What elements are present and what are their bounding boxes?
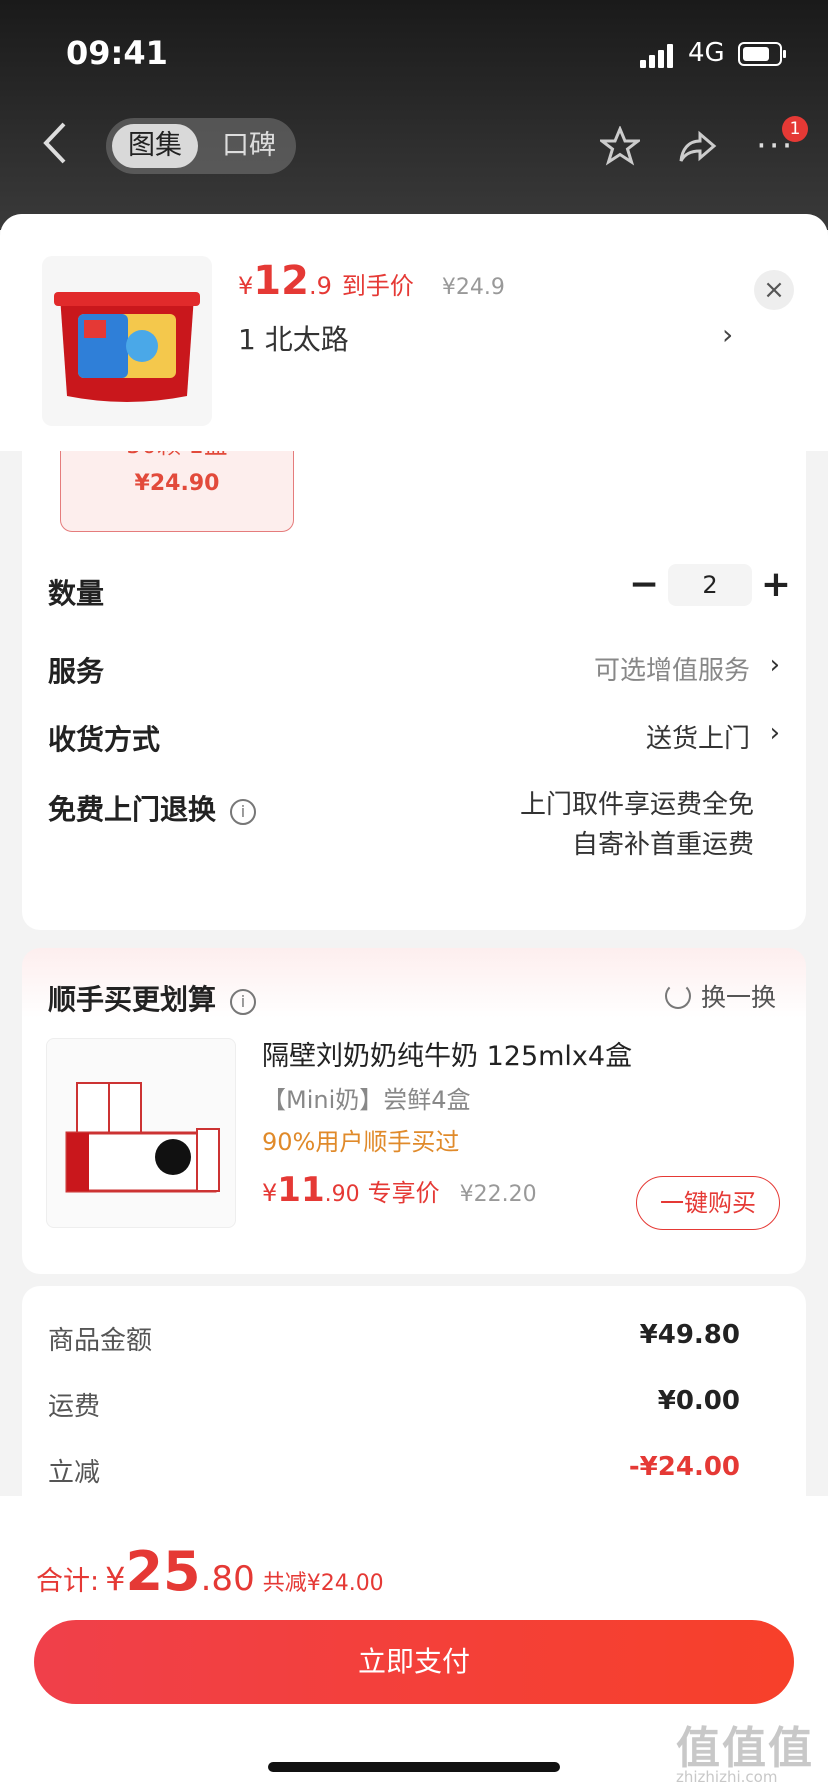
return-line-1: 上门取件享运费全免 (519, 790, 754, 820)
free-return-row: 免费上门退换 i 上门取件享运费全免 自寄补首重运费 (48, 780, 780, 870)
recommend-product-image[interactable] (46, 1038, 236, 1228)
recommend-price-decimal: .90 (324, 1182, 360, 1207)
info-icon[interactable]: i (230, 799, 257, 825)
delivery-method-row[interactable]: 收货方式 送货上门 › (48, 710, 780, 760)
delivery-address[interactable]: 1 北太路 (238, 318, 349, 358)
service-row[interactable]: 服务 可选增值服务 › (48, 642, 780, 692)
summary-row: 立减 -¥24.00 (48, 1452, 740, 1492)
total-currency: ¥ (105, 1560, 126, 1598)
recommend-title-text: 顺手买更划算 (48, 983, 217, 1016)
original-price: ¥24.9 (441, 275, 505, 300)
recommend-card: 顺手买更划算 i 换一换 隔壁刘奶奶纯牛奶 125mlx4盒 【Mini奶】尝鲜4… (22, 948, 806, 1274)
product-image (42, 256, 212, 426)
return-line-2: 自寄补首重运费 (571, 830, 754, 860)
swap-button[interactable]: 换一换 (664, 978, 776, 1014)
price-currency: ¥ (238, 272, 254, 300)
checkout-footer: 合计: ¥25.80 共减¥24.00 立即支付 值值值 zhizhizhi.com (0, 1496, 828, 1792)
tab-reviews[interactable]: 口碑 (206, 124, 292, 168)
watermark-url: zhizhizhi.com (676, 1768, 778, 1786)
summary-label: 立减 (48, 1458, 101, 1488)
order-total: 合计: ¥25.80 共减¥24.00 (36, 1540, 384, 1603)
star-icon[interactable] (600, 126, 640, 166)
recommend-price: ¥11.90 专享价 ¥22.20 (262, 1170, 537, 1210)
total-label: 合计: (36, 1566, 100, 1597)
quantity-row: 数量 − 2 + (48, 564, 791, 614)
recommend-price-integer: 11 (277, 1170, 325, 1210)
sku-price: ¥24.90 (134, 471, 220, 496)
service-label: 服务 (48, 655, 105, 688)
one-click-buy-button[interactable]: 一键购买 (636, 1176, 780, 1230)
status-time: 09:41 (66, 34, 168, 72)
quantity-minus-button[interactable]: − (624, 564, 664, 610)
options-card: 50颗 1盒 ¥24.90 数量 − 2 + 服务 可选增值服务 › 收货方式 … (22, 414, 806, 930)
signal-icon (640, 44, 676, 68)
back-arrow-icon[interactable] (40, 118, 70, 168)
media-tabs: 图集 口碑 (106, 118, 296, 174)
close-button[interactable]: × (754, 270, 794, 310)
summary-value: ¥0.00 (657, 1386, 740, 1416)
summary-label: 商品金额 (48, 1326, 153, 1356)
watermark: 值值值 (676, 1723, 814, 1774)
price-integer: 12 (253, 258, 309, 304)
sheet-header: ¥12.9 到手价 ¥24.9 1 北太路 › × (0, 214, 828, 451)
chevron-right-icon: › (769, 718, 780, 748)
quantity-input[interactable]: 2 (668, 564, 752, 606)
summary-row: 商品金额 ¥49.80 (48, 1320, 740, 1360)
share-icon[interactable] (678, 126, 718, 166)
price-decimal: .9 (308, 272, 332, 300)
total-decimal: .80 (200, 1559, 255, 1599)
summary-label: 运费 (48, 1392, 101, 1422)
free-return-text: 免费上门退换 (48, 793, 217, 826)
notification-badge: 1 (782, 116, 808, 142)
recommend-product-subtitle: 【Mini奶】尝鲜4盒 (262, 1086, 471, 1114)
recommend-title: 顺手买更划算 i (48, 978, 257, 1018)
total-integer: 25 (125, 1540, 201, 1603)
home-indicator (268, 1762, 560, 1772)
chevron-right-icon: › (769, 650, 780, 680)
service-value: 可选增值服务 (593, 656, 750, 686)
delivery-value: 送货上门 (645, 724, 750, 754)
recommend-purchase-stat: 90%用户顺手买过 (262, 1128, 460, 1156)
delivery-label: 收货方式 (48, 723, 161, 756)
total-saved: 共减¥24.00 (262, 1571, 384, 1596)
pay-now-button[interactable]: 立即支付 (34, 1620, 794, 1704)
quantity-plus-button[interactable]: + (756, 564, 796, 610)
summary-value: -¥24.00 (628, 1452, 740, 1482)
chevron-right-icon[interactable]: › (722, 318, 733, 351)
recommend-price-label: 专享价 (367, 1179, 440, 1207)
swap-label: 换一换 (700, 983, 776, 1012)
battery-icon (738, 42, 786, 66)
refresh-icon (664, 983, 691, 1009)
product-price: ¥12.9 到手价 ¥24.9 (238, 258, 505, 308)
info-icon[interactable]: i (230, 989, 257, 1015)
status-bar: 09:41 4G (0, 0, 828, 100)
price-label: 到手价 (341, 272, 414, 300)
summary-row: 运费 ¥0.00 (48, 1386, 740, 1426)
recommend-product-name[interactable]: 隔壁刘奶奶纯牛奶 125mlx4盒 (262, 1034, 632, 1073)
recommend-currency: ¥ (262, 1179, 278, 1207)
recommend-original-price: ¥22.20 (459, 1182, 537, 1207)
top-nav: 图集 口碑 ··· 1 (0, 100, 828, 190)
network-label: 4G (688, 38, 725, 68)
price-summary-card: 商品金额 ¥49.80 运费 ¥0.00 立减 -¥24.00 (22, 1286, 806, 1526)
free-return-label: 免费上门退换 i (48, 788, 257, 828)
quantity-label: 数量 (48, 577, 105, 610)
tab-gallery[interactable]: 图集 (112, 124, 198, 168)
summary-value: ¥49.80 (639, 1320, 740, 1350)
